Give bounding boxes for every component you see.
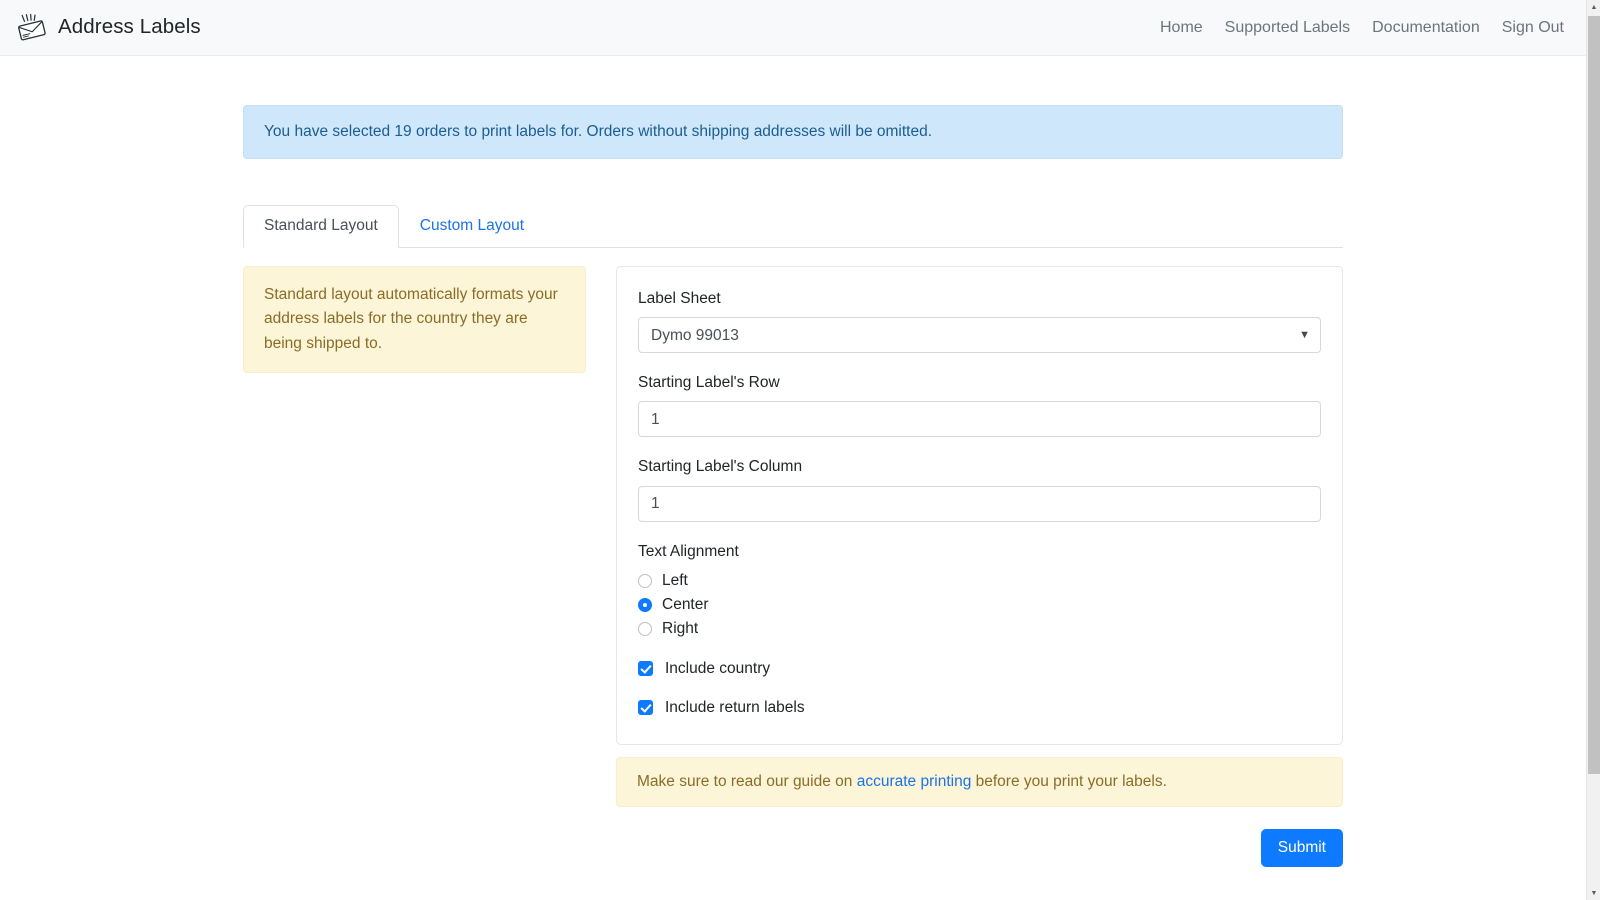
label-sheet-label: Label Sheet bbox=[638, 290, 721, 308]
page-content: Address Labels Home Supported Labels Doc… bbox=[0, 0, 1586, 900]
checkbox-include-country-icon[interactable] bbox=[638, 661, 653, 677]
tab-custom-layout[interactable]: Custom Layout bbox=[399, 205, 545, 248]
vertical-scrollbar[interactable]: ▲ ▼ bbox=[1586, 0, 1600, 900]
radio-option-right[interactable]: Right bbox=[638, 617, 1321, 641]
nav-link-documentation[interactable]: Documentation bbox=[1372, 19, 1480, 36]
panel-right-column: Label Sheet Dymo 99013 ▼ Starting Label'… bbox=[616, 266, 1343, 868]
radio-right-label[interactable]: Right bbox=[662, 621, 698, 637]
label-sheet-select[interactable]: Dymo 99013 bbox=[638, 317, 1321, 354]
browser-viewport: Address Labels Home Supported Labels Doc… bbox=[0, 0, 1600, 900]
field-starting-row: Starting Label's Row 1 bbox=[638, 373, 1321, 438]
nav-link-home[interactable]: Home bbox=[1160, 19, 1203, 36]
standard-layout-panel: Standard layout automatically formats yo… bbox=[243, 248, 1343, 868]
starting-column-input[interactable]: 1 bbox=[638, 485, 1321, 522]
label-options-card: Label Sheet Dymo 99013 ▼ Starting Label'… bbox=[616, 266, 1343, 745]
nav-link-sign-out[interactable]: Sign Out bbox=[1502, 19, 1564, 36]
nav-link-supported-labels[interactable]: Supported Labels bbox=[1225, 19, 1350, 36]
caret-up-icon[interactable]: ▲ bbox=[1587, 0, 1600, 14]
text-alignment-label: Text Alignment bbox=[638, 542, 739, 560]
accurate-printing-note: Make sure to read our guide on accurate … bbox=[616, 756, 1343, 807]
radio-left-icon[interactable] bbox=[638, 573, 652, 588]
checkbox-include-country[interactable]: Include country bbox=[638, 657, 1321, 681]
starting-row-label: Starting Label's Row bbox=[638, 374, 780, 392]
standard-layout-note: Standard layout automatically formats yo… bbox=[243, 266, 586, 374]
field-starting-column: Starting Label's Column 1 bbox=[638, 457, 1321, 522]
label-sheet-select-wrap: Dymo 99013 ▼ bbox=[638, 317, 1321, 354]
mail-envelope-icon bbox=[16, 13, 48, 43]
submit-button[interactable]: Submit bbox=[1260, 828, 1343, 868]
scrollbar-thumb[interactable] bbox=[1588, 16, 1600, 774]
foot-note-prefix: Make sure to read our guide on bbox=[637, 772, 857, 790]
selected-orders-alert: You have selected 19 orders to print lab… bbox=[243, 105, 1343, 160]
radio-left-label[interactable]: Left bbox=[662, 573, 688, 589]
field-label-sheet: Label Sheet Dymo 99013 ▼ bbox=[638, 289, 1321, 354]
checkbox-include-return-labels[interactable]: Include return labels bbox=[638, 696, 1321, 720]
checkbox-include-return-labels-icon[interactable] bbox=[638, 700, 653, 716]
starting-row-input[interactable]: 1 bbox=[638, 401, 1321, 438]
layout-tabs: Standard Layout Custom Layout bbox=[243, 205, 1343, 249]
top-navbar: Address Labels Home Supported Labels Doc… bbox=[0, 0, 1586, 56]
tab-standard-layout[interactable]: Standard Layout bbox=[243, 205, 399, 249]
nav-links: Home Supported Labels Documentation Sign… bbox=[1160, 19, 1564, 36]
checkbox-include-country-label[interactable]: Include country bbox=[665, 661, 770, 677]
brand-title: Address Labels bbox=[58, 15, 201, 39]
radio-option-left[interactable]: Left bbox=[638, 569, 1321, 593]
radio-option-center[interactable]: Center bbox=[638, 593, 1321, 617]
main-container: You have selected 19 orders to print lab… bbox=[243, 56, 1343, 868]
radio-right-icon[interactable] bbox=[638, 621, 652, 636]
accurate-printing-link[interactable]: accurate printing bbox=[857, 773, 972, 790]
caret-down-icon[interactable]: ▼ bbox=[1587, 886, 1600, 900]
checkbox-include-return-labels-label[interactable]: Include return labels bbox=[665, 700, 805, 716]
field-text-alignment: Text Alignment Left Center Right bbox=[638, 542, 1321, 641]
starting-column-label: Starting Label's Column bbox=[638, 458, 803, 476]
radio-center-label[interactable]: Center bbox=[662, 597, 709, 613]
radio-center-icon[interactable] bbox=[638, 597, 652, 612]
panel-left-column: Standard layout automatically formats yo… bbox=[243, 266, 586, 867]
brand-link[interactable]: Address Labels bbox=[16, 13, 201, 43]
submit-row: Submit bbox=[616, 828, 1343, 868]
foot-note-suffix: before you print your labels. bbox=[971, 772, 1167, 790]
